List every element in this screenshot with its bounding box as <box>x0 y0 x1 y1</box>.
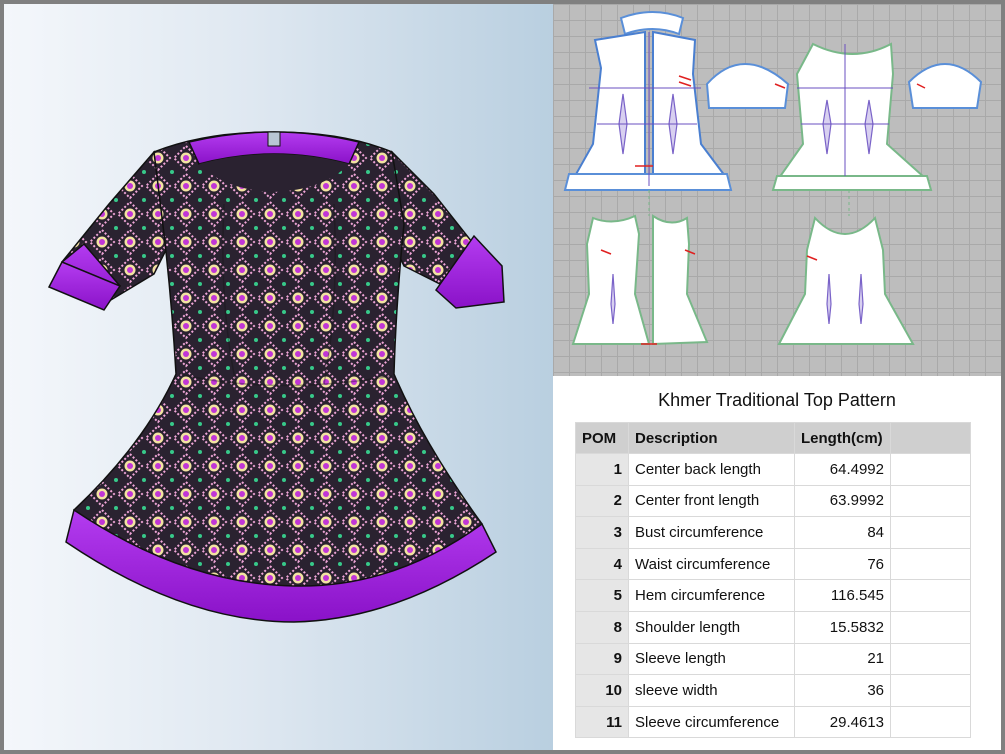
length-cell: 64.4992 <box>794 453 891 486</box>
length-cell: 63.9992 <box>794 484 891 518</box>
description-cell: Sleeve length <box>628 642 795 676</box>
table-row: 4 Waist circumference 76 <box>575 547 971 581</box>
table-row: 2 Center front length 63.9992 <box>575 484 971 518</box>
back-lining-piece-right <box>652 214 709 346</box>
table-header-row: POM Description Length(cm) <box>575 422 971 454</box>
header-pom: POM <box>575 422 629 454</box>
blank-cell <box>890 642 971 676</box>
front-lining-piece <box>777 215 915 345</box>
length-cell: 84 <box>794 516 891 549</box>
description-cell: Center back length <box>628 453 795 486</box>
length-cell: 116.545 <box>794 579 891 612</box>
blank-cell <box>890 705 971 739</box>
length-cell: 29.4613 <box>794 705 891 739</box>
header-blank <box>890 422 971 454</box>
blank-cell <box>890 674 971 707</box>
length-cell: 15.5832 <box>794 610 891 644</box>
pom-cell: 9 <box>575 642 629 676</box>
blank-cell <box>890 579 971 612</box>
table-row: 10 sleeve width 36 <box>575 674 971 707</box>
pom-cell: 5 <box>575 579 629 612</box>
description-cell: Hem circumference <box>628 579 795 612</box>
pom-cell: 1 <box>575 453 629 486</box>
pattern-pieces <box>563 11 983 346</box>
pom-cell: 4 <box>575 547 629 581</box>
table-row: 3 Bust circumference 84 <box>575 516 971 549</box>
header-length: Length(cm) <box>794 422 891 454</box>
description-cell: Sleeve circumference <box>628 705 795 739</box>
table-title: Khmer Traditional Top Pattern <box>658 390 896 410</box>
header-description: Description <box>628 422 795 454</box>
description-cell: Center front length <box>628 484 795 518</box>
blank-cell <box>890 547 971 581</box>
front-bodice-piece <box>777 42 928 179</box>
pom-cell: 10 <box>575 674 629 707</box>
table-row: 9 Sleeve length 21 <box>575 642 971 676</box>
blank-cell <box>890 610 971 644</box>
length-cell: 76 <box>794 547 891 581</box>
collar-piece-back <box>619 11 685 36</box>
description-cell: sleeve width <box>628 674 795 707</box>
length-cell: 36 <box>794 674 891 707</box>
table-row: 8 Shoulder length 15.5832 <box>575 610 971 644</box>
back-bodice-piece <box>573 30 646 186</box>
hem-band-piece-back <box>563 173 733 191</box>
hem-band-piece-front <box>771 175 933 191</box>
table-row: 5 Hem circumference 116.545 <box>575 579 971 612</box>
measurement-panel: Khmer Traditional Top Pattern POM Descri… <box>553 376 1001 750</box>
pom-cell: 3 <box>575 516 629 549</box>
pom-table: POM Description Length(cm) 1 Center back… <box>575 422 971 739</box>
pattern-2d-view[interactable] <box>553 4 1001 376</box>
garment-3d-view[interactable] <box>4 4 553 750</box>
back-lining-piece <box>571 214 651 345</box>
description-cell: Waist circumference <box>628 547 795 581</box>
description-cell: Bust circumference <box>628 516 795 549</box>
length-cell: 21 <box>794 642 891 676</box>
table-row: 11 Sleeve circumference 29.4613 <box>575 705 971 739</box>
figure-frame: Khmer Traditional Top Pattern POM Descri… <box>0 0 1005 754</box>
blank-cell <box>890 453 971 486</box>
pom-cell: 11 <box>575 705 629 739</box>
garment-render <box>47 131 505 623</box>
description-cell: Shoulder length <box>628 610 795 644</box>
sleeve-piece-left <box>705 63 790 109</box>
pom-cell: 8 <box>575 610 629 644</box>
table-row: 1 Center back length 64.4992 <box>575 453 971 486</box>
pom-cell: 2 <box>575 484 629 518</box>
blank-cell <box>890 484 971 518</box>
blank-cell <box>890 516 971 549</box>
